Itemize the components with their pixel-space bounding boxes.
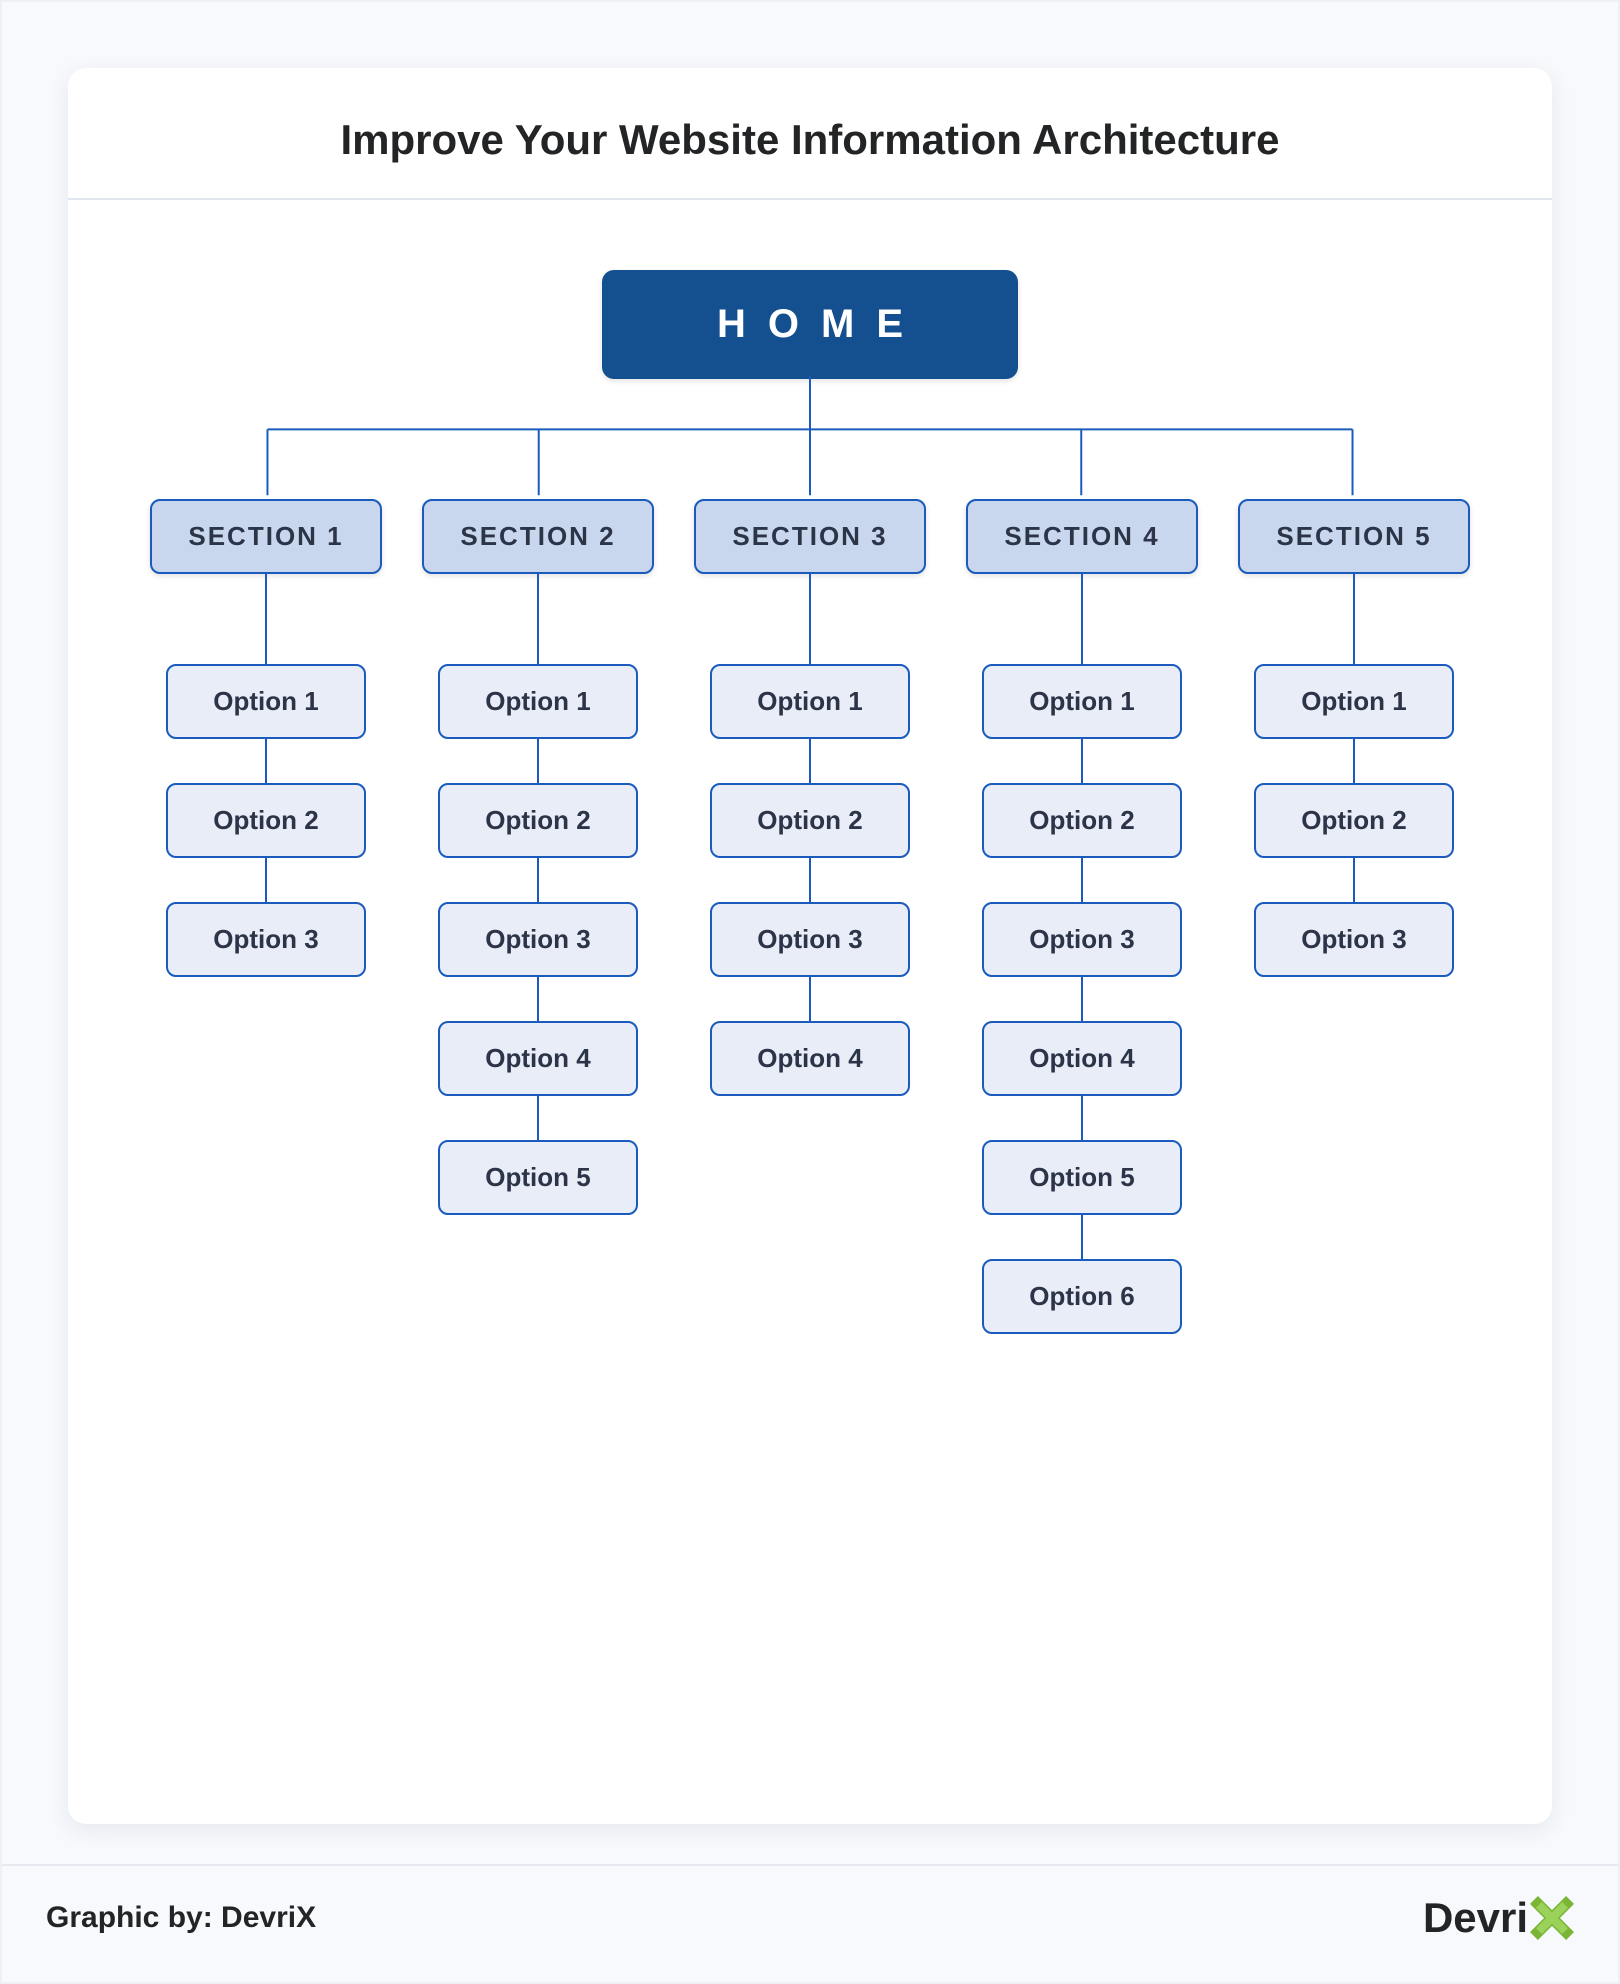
section-node: SECTION 4	[966, 499, 1198, 574]
page: Improve Your Website Information Archite…	[0, 0, 1620, 1984]
option-node: Option 2	[1254, 783, 1454, 858]
option-node: Option 1	[166, 664, 366, 739]
connector	[1353, 858, 1355, 902]
connector	[1081, 1096, 1083, 1140]
connector	[1081, 1215, 1083, 1259]
option-node: Option 3	[1254, 902, 1454, 977]
connector	[537, 1096, 539, 1140]
option-node: Option 3	[438, 902, 638, 977]
column-5: SECTION 5 Option 1 Option 2 Option 3	[1238, 499, 1470, 1334]
connector	[537, 739, 539, 783]
option-node: Option 6	[982, 1259, 1182, 1334]
column-4: SECTION 4 Option 1 Option 2 Option 3 Opt…	[966, 499, 1198, 1334]
connector	[265, 574, 267, 664]
option-node: Option 1	[982, 664, 1182, 739]
card: Improve Your Website Information Archite…	[68, 68, 1552, 1824]
connector	[1081, 739, 1083, 783]
option-node: Option 4	[710, 1021, 910, 1096]
credit-text: Graphic by: DevriX	[46, 1901, 316, 1935]
section-node: SECTION 1	[150, 499, 382, 574]
connector	[537, 977, 539, 1021]
option-node: Option 2	[166, 783, 366, 858]
option-node: Option 3	[710, 902, 910, 977]
option-node: Option 4	[438, 1021, 638, 1096]
option-node: Option 2	[982, 783, 1182, 858]
connector	[265, 858, 267, 902]
option-node: Option 5	[438, 1140, 638, 1215]
option-node: Option 2	[710, 783, 910, 858]
footer: Graphic by: DevriX Devri	[2, 1864, 1618, 1982]
connector	[537, 574, 539, 664]
option-node: Option 2	[438, 783, 638, 858]
connector	[1081, 574, 1083, 664]
logo-text: Devri	[1423, 1894, 1528, 1942]
connector	[265, 739, 267, 783]
columns: SECTION 1 Option 1 Option 2 Option 3 SEC…	[68, 499, 1552, 1334]
page-title: Improve Your Website Information Archite…	[68, 68, 1552, 200]
connector	[809, 858, 811, 902]
option-node: Option 1	[1254, 664, 1454, 739]
option-node: Option 3	[982, 902, 1182, 977]
connector	[1081, 858, 1083, 902]
devrix-logo: Devri	[1423, 1894, 1574, 1942]
connector	[809, 739, 811, 783]
logo-x-icon	[1530, 1896, 1574, 1940]
diagram: HOME SECTION 1 Option 1	[68, 200, 1552, 1824]
column-2: SECTION 2 Option 1 Option 2 Option 3 Opt…	[422, 499, 654, 1334]
option-node: Option 5	[982, 1140, 1182, 1215]
section-node: SECTION 5	[1238, 499, 1470, 574]
option-node: Option 1	[438, 664, 638, 739]
home-node: HOME	[602, 270, 1018, 379]
connector	[537, 858, 539, 902]
section-node: SECTION 2	[422, 499, 654, 574]
option-node: Option 4	[982, 1021, 1182, 1096]
column-3: SECTION 3 Option 1 Option 2 Option 3 Opt…	[694, 499, 926, 1334]
option-node: Option 1	[710, 664, 910, 739]
option-node: Option 3	[166, 902, 366, 977]
connector	[809, 977, 811, 1021]
connector	[1353, 739, 1355, 783]
connector	[809, 574, 811, 664]
section-node: SECTION 3	[694, 499, 926, 574]
connector	[1081, 977, 1083, 1021]
column-1: SECTION 1 Option 1 Option 2 Option 3	[150, 499, 382, 1334]
connector	[1353, 574, 1355, 664]
